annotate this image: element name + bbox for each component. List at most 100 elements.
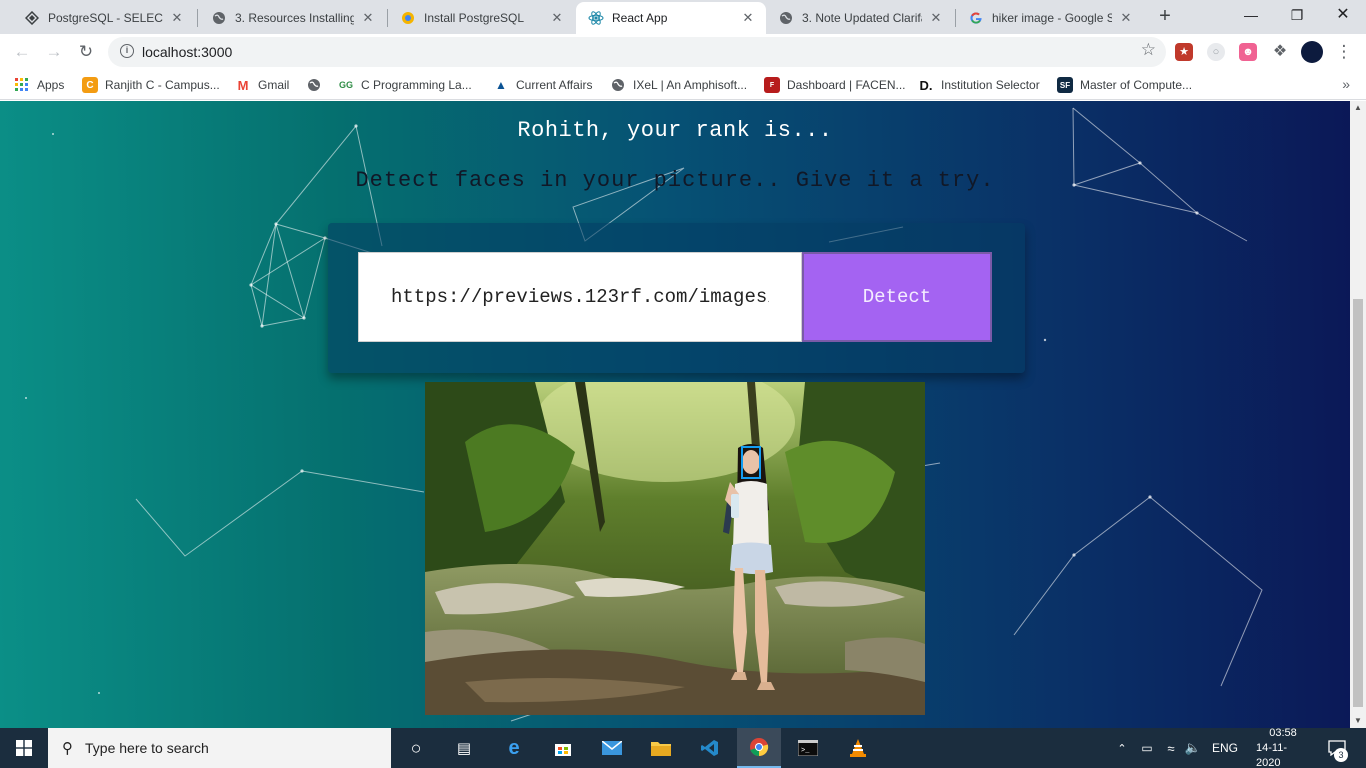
chrome-icon <box>750 738 769 757</box>
bookmark-label: C Programming La... <box>361 78 472 92</box>
tab-title: PostgreSQL - SELECT Q <box>48 11 163 25</box>
battery-icon[interactable]: ▭ <box>1137 728 1157 768</box>
task-view-icon[interactable]: ▤ <box>448 728 480 768</box>
hiker-photo <box>425 382 925 715</box>
close-tab-icon[interactable]: ✕ <box>360 10 376 26</box>
menu-kebab-icon[interactable]: ⋮ <box>1330 38 1358 66</box>
bookmark-institution-selector[interactable]: D. Institution Selector <box>918 76 1040 94</box>
bookmark-facen-dashboard[interactable]: F Dashboard | FACEN... <box>764 76 906 94</box>
tab-note-updated[interactable]: 3. Note Updated Clarifa ✕ <box>766 2 954 34</box>
windows-taskbar: ⚲ Type here to search ○ ▤ e >_ ⌃ ▭ ≈ 🔈 E… <box>0 726 1366 768</box>
taskbar-search-box[interactable]: ⚲ Type here to search <box>48 728 391 768</box>
clock[interactable]: 03:58 14-11-2020 <box>1256 726 1310 768</box>
scroll-down-arrow[interactable]: ▼ <box>1350 714 1366 728</box>
globe-icon <box>306 77 322 93</box>
site-info-icon[interactable]: i <box>120 44 134 58</box>
vscode-icon[interactable] <box>694 728 726 768</box>
bookmark-label: Institution Selector <box>941 78 1040 92</box>
bookmark-label: Current Affairs <box>516 78 593 92</box>
profile-avatar[interactable] <box>1301 41 1323 63</box>
bookmark-c-programming[interactable]: GG C Programming La... <box>338 76 472 94</box>
bookmark-label: Dashboard | FACEN... <box>787 78 906 92</box>
tab-strip: PostgreSQL - SELECT Q ✕ 3. Resources Ins… <box>0 0 1366 34</box>
bookmark-label: Apps <box>37 78 65 92</box>
page-scrollbar[interactable]: ▲ ▼ <box>1350 101 1366 728</box>
bookmark-label: Gmail <box>258 78 290 92</box>
tab-resources-installing[interactable]: 3. Resources Installing P ✕ <box>199 2 386 34</box>
tab-title: 3. Resources Installing P <box>235 11 354 25</box>
bookmark-master-of-computer[interactable]: SF Master of Compute... <box>1057 76 1192 94</box>
language-indicator[interactable]: ENG <box>1212 728 1238 768</box>
close-tab-icon[interactable]: ✕ <box>740 10 756 26</box>
store-icon[interactable] <box>547 728 579 768</box>
tab-divider <box>197 9 198 27</box>
bookmark-globe[interactable] <box>306 76 329 94</box>
bookmark-label: IXeL | An Amphisoft... <box>633 78 748 92</box>
image-link-form: Detect <box>328 223 1025 373</box>
tab-hiker-image-search[interactable]: hiker image - Google Se ✕ <box>956 2 1144 34</box>
extension-cat-icon[interactable]: ☻ <box>1239 43 1257 61</box>
extensions-puzzle-icon[interactable]: ❖ <box>1271 43 1289 61</box>
extension-circle-icon[interactable]: ○ <box>1207 43 1225 61</box>
bookmark-star-icon[interactable]: ☆ <box>1141 40 1156 60</box>
minimize-button[interactable]: — <box>1228 0 1274 32</box>
address-bar[interactable]: i localhost:3000 ☆ <box>108 37 1166 67</box>
clock-time: 03:58 <box>1269 726 1297 739</box>
extension-red-icon[interactable]: ★ <box>1175 43 1193 61</box>
bookmark-ixel[interactable]: IXeL | An Amphisoft... <box>610 76 747 94</box>
windows-logo-icon <box>16 740 32 756</box>
tab-react-app[interactable]: React App ✕ <box>576 2 766 34</box>
current-affairs-icon: ▲ <box>495 78 507 92</box>
bookmark-apps[interactable]: Apps <box>14 76 64 94</box>
globe-icon <box>211 10 227 26</box>
bookmark-label: Master of Compute... <box>1080 78 1193 92</box>
bookmark-campus[interactable]: C Ranjith C - Campus... <box>82 76 220 94</box>
new-tab-button[interactable]: + <box>1153 5 1177 29</box>
detect-button[interactable]: Detect <box>802 252 992 342</box>
start-button[interactable] <box>0 728 48 768</box>
tab-postgresql-select[interactable]: PostgreSQL - SELECT Q ✕ <box>12 2 195 34</box>
notifications-button[interactable]: 3 <box>1322 728 1352 768</box>
url-text: localhost:3000 <box>142 44 233 60</box>
bookmark-label: Ranjith C - Campus... <box>105 78 220 92</box>
postgres-icon <box>24 10 40 26</box>
back-button[interactable]: ← <box>8 38 36 66</box>
scroll-up-arrow[interactable]: ▲ <box>1350 101 1366 115</box>
d-icon: D. <box>919 77 933 93</box>
bookmark-gmail[interactable]: M Gmail <box>235 76 290 94</box>
mail-icon[interactable] <box>596 728 628 768</box>
browser-toolbar: ← → ↻ i localhost:3000 ☆ ★ ○ ☻ ❖ ⋮ <box>0 34 1366 70</box>
close-tab-icon[interactable]: ✕ <box>169 10 185 26</box>
clock-date: 14-11-2020 <box>1256 741 1287 768</box>
close-tab-icon[interactable]: ✕ <box>1118 10 1134 26</box>
tab-title: 3. Note Updated Clarifa <box>802 11 922 25</box>
reload-button[interactable]: ↻ <box>72 38 100 66</box>
bookmarks-bar: Apps C Ranjith C - Campus... M Gmail GG … <box>0 70 1366 100</box>
face-bounding-box <box>741 446 761 479</box>
tagline-text: Detect faces in your picture.. Give it a… <box>355 168 995 193</box>
close-tab-icon[interactable]: ✕ <box>928 10 944 26</box>
volume-icon[interactable]: 🔈 <box>1183 728 1203 768</box>
rank-heading: Rohith, your rank is... <box>517 118 833 143</box>
tab-install-postgresql[interactable]: Install PostgreSQL ✕ <box>388 2 575 34</box>
vlc-icon[interactable] <box>842 728 874 768</box>
show-hidden-icons[interactable]: ⌃ <box>1112 728 1132 768</box>
chrome-taskbar-button[interactable] <box>737 728 781 768</box>
more-bookmarks-icon[interactable]: » <box>1342 76 1350 92</box>
search-icon: ⚲ <box>62 740 73 757</box>
notification-count-badge: 3 <box>1334 748 1348 762</box>
edge-icon[interactable]: e <box>498 728 530 768</box>
react-icon <box>588 10 604 26</box>
close-tab-icon[interactable]: ✕ <box>549 10 565 26</box>
terminal-icon[interactable]: >_ <box>792 728 824 768</box>
restore-button[interactable]: ❐ <box>1274 0 1320 32</box>
file-explorer-icon[interactable] <box>645 728 677 768</box>
close-window-button[interactable]: ✕ <box>1320 0 1366 32</box>
scrollbar-thumb[interactable] <box>1353 299 1363 707</box>
wifi-icon[interactable]: ≈ <box>1161 728 1181 768</box>
bookmark-current-affairs[interactable]: ▲ Current Affairs <box>493 76 592 94</box>
facen-icon: F <box>764 77 780 93</box>
forward-button[interactable]: → <box>40 38 68 66</box>
image-url-input[interactable] <box>358 252 802 342</box>
cortana-icon[interactable]: ○ <box>400 728 432 768</box>
